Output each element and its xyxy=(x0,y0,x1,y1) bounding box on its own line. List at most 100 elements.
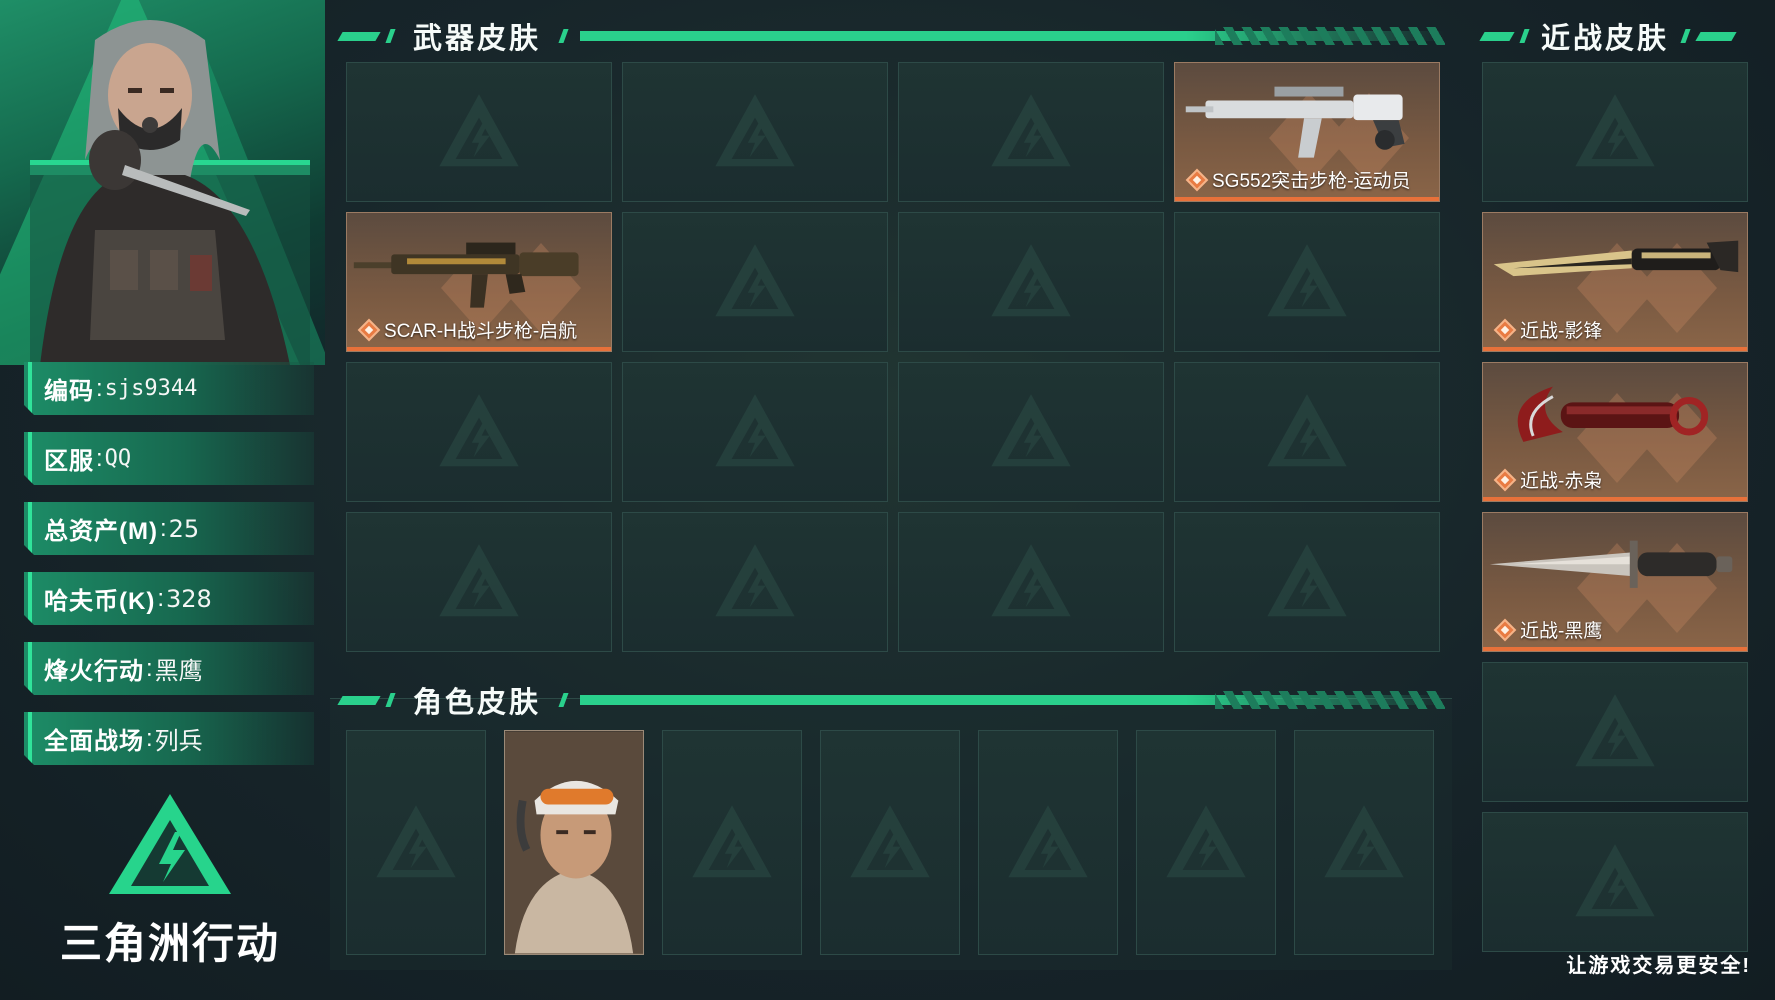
profile-row-hafcoin: 哈夫币(K): 328 xyxy=(24,572,314,625)
row-key: 全面战场 xyxy=(44,728,144,755)
weapon-slot-empty[interactable] xyxy=(622,62,888,202)
profile-row-warfare-rank: 全面战场: 列兵 xyxy=(24,712,314,765)
character-slot-empty[interactable] xyxy=(1294,730,1434,955)
weapon-slot-empty[interactable] xyxy=(898,512,1164,652)
row-separator: : xyxy=(96,444,103,472)
delta-watermark-icon xyxy=(439,544,519,617)
operator-figure xyxy=(40,20,290,365)
profile-panel: 编码: sjs9344 区服: QQ 总资产(M): 25 哈夫币(K): 32… xyxy=(0,0,325,1000)
weapon-slot-empty[interactable] xyxy=(622,362,888,502)
row-key: 编码 xyxy=(44,378,94,405)
weapon-slot-empty[interactable] xyxy=(898,62,1164,202)
row-key: 哈夫币(K) xyxy=(44,588,156,615)
delta-watermark-icon xyxy=(991,94,1071,167)
delta-watermark-icon xyxy=(692,804,772,877)
skin-label: SG552突击步枪-运动员 xyxy=(1185,166,1411,193)
weapon-slot-empty[interactable] xyxy=(1174,512,1440,652)
delta-watermark-icon xyxy=(991,244,1071,317)
delta-watermark-icon xyxy=(1267,544,1347,617)
character-skin-row xyxy=(346,730,1436,955)
rarity-diamond-icon xyxy=(1493,468,1517,491)
header-tick xyxy=(385,693,396,707)
operator-portrait xyxy=(0,0,325,365)
melee-slot-empty[interactable] xyxy=(1482,812,1748,952)
delta-watermark-icon xyxy=(1575,844,1655,917)
weapon-section-header: 武器皮肤 xyxy=(337,18,1445,55)
delta-watermark-icon xyxy=(991,394,1071,467)
melee-slot-empty[interactable] xyxy=(1482,662,1748,802)
row-value: 25 xyxy=(168,514,200,543)
profile-info-list: 编码: sjs9344 区服: QQ 总资产(M): 25 哈夫币(K): 32… xyxy=(24,362,314,782)
melee-section-title: 近战皮肤 xyxy=(1541,23,1670,55)
page-root: 编码: sjs9344 区服: QQ 总资产(M): 25 哈夫币(K): 32… xyxy=(0,0,1775,1000)
character-slot-empty[interactable] xyxy=(346,730,486,955)
skin-name: SG552突击步枪-运动员 xyxy=(1212,171,1411,192)
skin-name: 近战-赤枭 xyxy=(1520,471,1603,492)
melee-slot-filled[interactable]: 近战-赤枭 xyxy=(1482,362,1748,502)
character-slot-empty[interactable] xyxy=(978,730,1118,955)
row-separator: : xyxy=(146,724,153,752)
row-separator: : xyxy=(157,584,164,612)
melee-skin-column: 近战-影锋近战-赤枭近战-黑鹰 xyxy=(1482,62,1748,952)
header-tick xyxy=(1519,29,1530,43)
weapon-slot-empty[interactable] xyxy=(346,62,612,202)
weapon-slot-empty[interactable] xyxy=(898,362,1164,502)
rarity-diamond-icon xyxy=(1493,618,1517,641)
row-key: 区服 xyxy=(44,448,94,475)
row-key: 总资产(M) xyxy=(44,518,158,545)
footer-slogan: 让游戏交易更安全! xyxy=(1566,955,1751,977)
header-line xyxy=(580,27,1445,45)
character-section-title: 角色皮肤 xyxy=(413,687,542,719)
delta-watermark-icon xyxy=(715,544,795,617)
skin-label: 近战-影锋 xyxy=(1493,316,1602,343)
row-separator: : xyxy=(96,374,103,402)
weapon-slot-empty[interactable] xyxy=(622,512,888,652)
character-slot-empty[interactable] xyxy=(820,730,960,955)
delta-watermark-icon xyxy=(376,804,456,877)
header-tick xyxy=(558,693,569,707)
melee-slot-filled[interactable]: 近战-影锋 xyxy=(1482,212,1748,352)
delta-watermark-icon xyxy=(1267,244,1347,317)
profile-row-operations-rank: 烽火行动: 黑鹰 xyxy=(24,642,314,695)
game-logo: 三角洲行动 xyxy=(50,790,290,980)
delta-watermark-icon xyxy=(991,544,1071,617)
delta-watermark-icon xyxy=(715,394,795,467)
row-value: 328 xyxy=(166,584,212,613)
header-bar xyxy=(337,695,381,705)
character-slot-empty[interactable] xyxy=(1136,730,1276,955)
profile-row-code: 编码: sjs9344 xyxy=(24,362,314,415)
skin-name: 近战-黑鹰 xyxy=(1520,621,1603,642)
profile-row-total-assets: 总资产(M): 25 xyxy=(24,502,314,555)
weapon-slot-empty[interactable] xyxy=(898,212,1164,352)
skin-label: 近战-赤枭 xyxy=(1493,466,1603,493)
header-tick xyxy=(558,29,569,43)
delta-watermark-icon xyxy=(850,804,930,877)
delta-watermark-icon xyxy=(1166,804,1246,877)
character-slot-filled[interactable] xyxy=(504,730,644,955)
delta-watermark-icon xyxy=(1575,94,1655,167)
melee-slot-filled[interactable]: 近战-黑鹰 xyxy=(1482,512,1748,652)
delta-watermark-icon xyxy=(439,394,519,467)
weapon-slot-empty[interactable] xyxy=(346,362,612,502)
character-section-header: 角色皮肤 xyxy=(337,682,1445,719)
weapon-slot-empty[interactable] xyxy=(1174,362,1440,502)
rarity-diamond-icon xyxy=(1185,168,1209,191)
weapon-skin-grid: SG552突击步枪-运动员 SCAR-H战斗步枪-启航 xyxy=(346,62,1444,652)
row-separator: : xyxy=(146,654,153,682)
rarity-diamond-icon xyxy=(1493,318,1517,341)
weapon-slot-filled[interactable]: SG552突击步枪-运动员 xyxy=(1174,62,1440,202)
weapon-slot-empty[interactable] xyxy=(1174,212,1440,352)
operator-skin-portrait xyxy=(505,731,643,954)
delta-watermark-icon xyxy=(715,94,795,167)
delta-watermark-icon xyxy=(715,244,795,317)
character-slot-empty[interactable] xyxy=(662,730,802,955)
weapon-slot-empty[interactable] xyxy=(346,512,612,652)
weapon-slot-empty[interactable] xyxy=(622,212,888,352)
melee-slot-empty[interactable] xyxy=(1482,62,1748,202)
delta-watermark-icon xyxy=(1267,394,1347,467)
row-value: 黑鹰 xyxy=(154,657,203,685)
weapon-slot-filled[interactable]: SCAR-H战斗步枪-启航 xyxy=(346,212,612,352)
header-line xyxy=(580,691,1445,709)
header-tick xyxy=(385,29,396,43)
row-value: QQ xyxy=(104,446,132,471)
